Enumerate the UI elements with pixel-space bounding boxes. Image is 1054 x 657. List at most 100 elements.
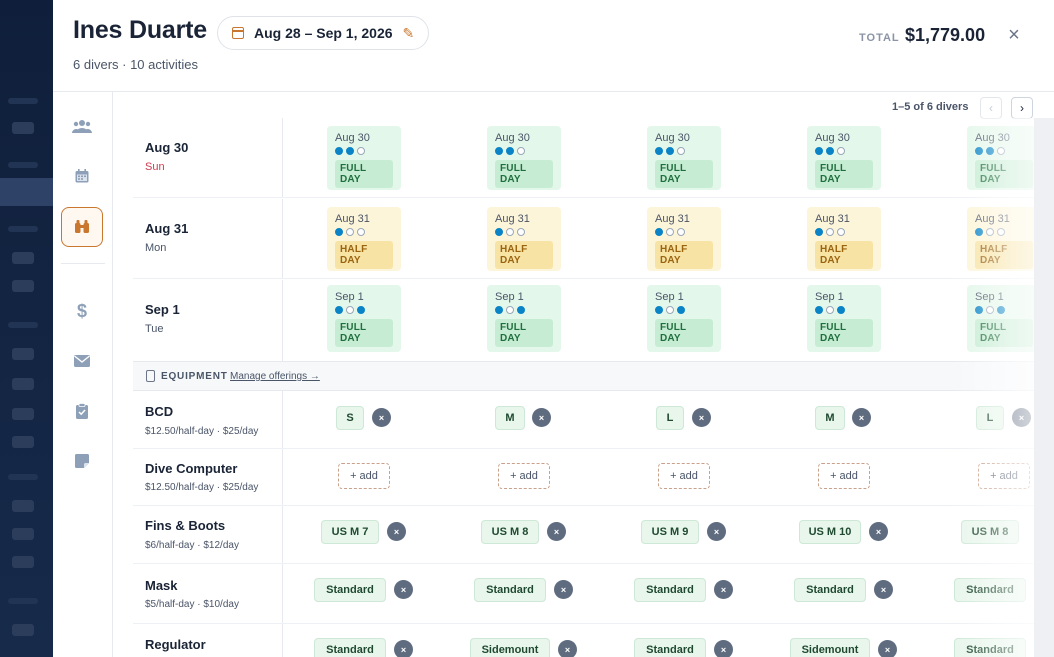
background-placeholder xyxy=(12,252,34,264)
section-title: EQUIPMENT xyxy=(161,371,228,382)
activity-cell[interactable]: Sep 1 FULL DAY xyxy=(647,285,721,352)
equipment-row: Regulator Standard × Sidemount × Standar… xyxy=(133,624,1054,657)
equipment-label: BCD $12.50/half-day · $25/day xyxy=(133,391,283,448)
regulator-chip[interactable]: Sidemount xyxy=(790,638,870,657)
dive-dot xyxy=(517,228,525,236)
equipment-price: $5/half-day · $10/day xyxy=(145,599,239,610)
duration-tag: HALF DAY xyxy=(815,241,873,269)
remove-icon[interactable]: × xyxy=(387,522,406,541)
size-chip[interactable]: S xyxy=(336,406,364,430)
equipment-name: BCD xyxy=(145,404,174,419)
activity-cell[interactable]: Aug 30 FULL DAY xyxy=(807,126,881,190)
remove-icon[interactable]: × xyxy=(394,640,413,657)
cell-date: Aug 31 xyxy=(335,213,370,225)
background-placeholder xyxy=(12,624,34,636)
remove-icon[interactable]: × xyxy=(554,580,573,599)
envelope-icon[interactable] xyxy=(61,341,103,381)
date-range-pill[interactable]: Aug 28 – Sep 1, 2026 ✎ xyxy=(217,16,430,50)
mask-chip[interactable]: Standard xyxy=(954,578,1026,602)
pencil-icon[interactable]: ✎ xyxy=(403,26,415,40)
regulator-chip[interactable]: Sidemount xyxy=(470,638,550,657)
regulator-chip[interactable]: Standard xyxy=(634,638,706,657)
remove-icon[interactable]: × xyxy=(707,522,726,541)
activity-cell[interactable]: Aug 30 FULL DAY xyxy=(487,126,561,190)
dive-dots xyxy=(655,228,713,236)
regulator-chip[interactable]: Standard xyxy=(954,638,1026,657)
binoculars-icon[interactable] xyxy=(61,207,103,247)
remove-icon[interactable]: × xyxy=(532,408,551,427)
add-equipment-button[interactable]: + add xyxy=(818,463,870,489)
equipment-label: Dive Computer $12.50/half-day · $25/day xyxy=(133,449,283,505)
size-chip[interactable]: M xyxy=(815,406,845,430)
activity-cell[interactable]: Aug 30 FULL DAY xyxy=(967,126,1041,190)
remove-icon[interactable]: × xyxy=(714,580,733,599)
remove-icon[interactable]: × xyxy=(394,580,413,599)
mask-chip[interactable]: Standard xyxy=(794,578,866,602)
remove-icon[interactable]: × xyxy=(714,640,733,657)
remove-icon[interactable]: × xyxy=(692,408,711,427)
close-icon[interactable]: × xyxy=(1004,24,1024,46)
background-placeholder xyxy=(8,598,38,604)
regulator-chip[interactable]: Standard xyxy=(314,638,386,657)
activity-cell[interactable]: Sep 1 FULL DAY xyxy=(807,285,881,352)
pager-prev-button[interactable]: ‹ xyxy=(980,97,1002,119)
duration-tag: FULL DAY xyxy=(495,160,553,188)
remove-icon[interactable]: × xyxy=(558,640,577,657)
dive-dots xyxy=(655,147,713,155)
size-chip[interactable]: US M 7 xyxy=(321,520,379,544)
activity-cell[interactable]: Aug 31 HALF DAY xyxy=(967,207,1041,271)
activity-cell[interactable]: Aug 31 HALF DAY xyxy=(487,207,561,271)
remove-icon[interactable]: × xyxy=(874,580,893,599)
duration-tag: HALF DAY xyxy=(495,241,553,269)
background-placeholder xyxy=(0,178,60,206)
size-chip[interactable]: US M 9 xyxy=(641,520,699,544)
remove-icon[interactable]: × xyxy=(869,522,888,541)
add-equipment-button[interactable]: + add xyxy=(658,463,710,489)
dive-dot xyxy=(517,306,525,314)
remove-icon[interactable]: × xyxy=(547,522,566,541)
activity-cell[interactable]: Sep 1 FULL DAY xyxy=(487,285,561,352)
size-chip[interactable]: M xyxy=(495,406,525,430)
equipment-label: Mask $5/half-day · $10/day xyxy=(133,564,283,623)
manage-offerings-link[interactable]: Manage offerings → xyxy=(230,371,320,382)
remove-icon[interactable]: × xyxy=(852,408,871,427)
mask-chip[interactable]: Standard xyxy=(634,578,706,602)
mask-chip[interactable]: Standard xyxy=(474,578,546,602)
dive-dot xyxy=(815,147,823,155)
dollar-icon[interactable]: $ xyxy=(61,291,103,331)
day-label: Aug 30 Sun xyxy=(133,118,283,197)
dive-dot xyxy=(837,306,845,314)
clipboard-icon[interactable] xyxy=(61,391,103,431)
activity-cell[interactable]: Aug 31 HALF DAY xyxy=(647,207,721,271)
activity-cell[interactable]: Aug 30 FULL DAY xyxy=(327,126,401,190)
activity-cell[interactable]: Sep 1 FULL DAY xyxy=(967,285,1041,352)
mask-chip[interactable]: Standard xyxy=(314,578,386,602)
pager-next-button[interactable]: › xyxy=(1011,97,1033,119)
activity-cell[interactable]: Aug 31 HALF DAY xyxy=(807,207,881,271)
cell-date: Sep 1 xyxy=(655,291,684,303)
add-equipment-button[interactable]: + add xyxy=(338,463,390,489)
activity-cell[interactable]: Sep 1 FULL DAY xyxy=(327,285,401,352)
size-chip[interactable]: US M 10 xyxy=(799,520,861,544)
activity-cell[interactable]: Aug 30 FULL DAY xyxy=(647,126,721,190)
dive-dot xyxy=(655,147,663,155)
remove-icon[interactable]: × xyxy=(878,640,897,657)
add-equipment-button[interactable]: + add xyxy=(978,463,1030,489)
size-chip[interactable]: US M 8 xyxy=(961,520,1019,544)
size-chip[interactable]: L xyxy=(656,406,684,430)
dive-dot xyxy=(986,306,994,314)
equipment-row: Mask $5/half-day · $10/day Standard × St… xyxy=(133,564,1054,624)
note-icon[interactable] xyxy=(61,441,103,481)
size-chip[interactable]: US M 8 xyxy=(481,520,539,544)
people-icon[interactable] xyxy=(61,106,103,146)
activity-cell[interactable]: Aug 31 HALF DAY xyxy=(327,207,401,271)
remove-icon[interactable]: × xyxy=(1012,408,1031,427)
remove-icon[interactable]: × xyxy=(372,408,391,427)
equipment-row: BCD $12.50/half-day · $25/day S × M × L … xyxy=(133,391,1054,449)
horizontal-scroll-track[interactable] xyxy=(1034,118,1054,657)
duration-tag: FULL DAY xyxy=(335,160,393,188)
equipment-icon xyxy=(146,370,155,382)
calendar-icon[interactable] xyxy=(61,156,103,196)
add-equipment-button[interactable]: + add xyxy=(498,463,550,489)
size-chip[interactable]: L xyxy=(976,406,1004,430)
